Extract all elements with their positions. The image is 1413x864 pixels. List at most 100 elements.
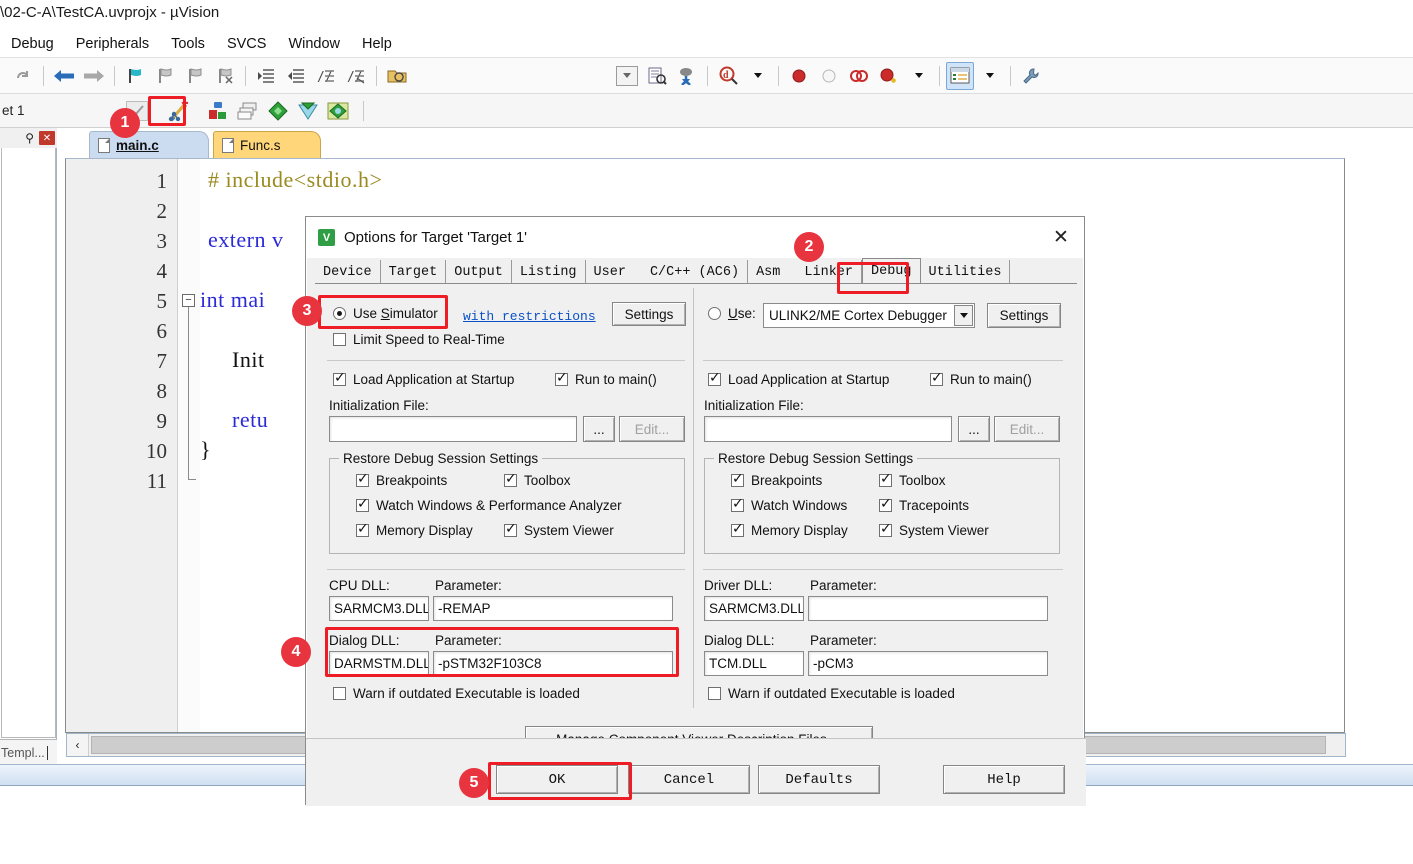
with-restrictions-link[interactable]: with restrictions <box>463 309 596 324</box>
indent-icon[interactable] <box>252 62 280 90</box>
code-fold-column[interactable]: − <box>178 159 200 732</box>
dialog-tab-target[interactable]: Target <box>380 260 447 284</box>
restore-breakpoints-right[interactable]: Breakpoints <box>731 471 822 488</box>
kill-all-breakpoints-icon[interactable] <box>845 62 873 90</box>
dropdown-icon[interactable] <box>613 62 641 90</box>
driver-dll-input[interactable]: SARMCM3.DLL <box>704 596 804 621</box>
defaults-button[interactable]: Defaults <box>758 765 880 794</box>
dialog-tab-utilities[interactable]: Utilities <box>920 260 1011 284</box>
start-debug-icon[interactable] <box>673 62 701 90</box>
dialog-tab-device[interactable]: Device <box>315 260 381 284</box>
checkbox-indicator[interactable] <box>333 687 346 700</box>
target-options-doc-icon[interactable] <box>643 62 671 90</box>
magnifier-dropdown-icon[interactable] <box>744 62 772 90</box>
radio-indicator[interactable] <box>708 307 721 320</box>
target-options-magicwand-icon[interactable] <box>166 97 194 125</box>
checkbox-indicator[interactable] <box>708 370 721 386</box>
dialog-tab-asm[interactable]: Asm <box>748 260 797 284</box>
dialog-tab-linker[interactable]: Linker <box>796 260 862 284</box>
checkbox-indicator[interactable] <box>708 687 721 700</box>
restore-tracepoints-right[interactable]: Tracepoints <box>879 496 969 513</box>
manage-rte-icon[interactable] <box>264 97 292 125</box>
limit-speed-checkbox[interactable]: Limit Speed to Real-Time <box>333 332 505 347</box>
debugger-select[interactable]: ULINK2/ME Cortex Debugger <box>763 303 975 328</box>
restore-system-viewer-right[interactable]: System Viewer <box>879 521 989 538</box>
init-file-browse-button-left[interactable]: ... <box>583 416 615 442</box>
pin-icon[interactable]: ⚲ <box>25 131 34 145</box>
restore-toolbox-left[interactable]: Toolbox <box>504 471 571 488</box>
checkbox-indicator[interactable] <box>731 496 744 512</box>
cpu-dll-input[interactable]: SARMCM3.DLL <box>329 596 429 621</box>
target-selector[interactable]: et 1 <box>2 100 122 122</box>
bookmark-next-icon[interactable] <box>181 62 209 90</box>
editor-tab-func-s[interactable]: Func.s <box>213 131 321 158</box>
checkbox-indicator[interactable] <box>504 521 517 537</box>
dialog-dll-input-right[interactable]: TCM.DLL <box>704 651 804 676</box>
open-folder-icon[interactable] <box>383 62 411 90</box>
load-app-at-startup-checkbox-right[interactable]: Load Application at Startup <box>708 370 889 387</box>
checkbox-indicator[interactable] <box>356 471 369 487</box>
checkbox-indicator[interactable] <box>333 370 346 386</box>
radio-indicator[interactable] <box>333 307 346 320</box>
simulator-settings-button[interactable]: Settings <box>612 302 686 326</box>
insert-breakpoint-icon[interactable] <box>785 62 813 90</box>
restore-memory-display-right[interactable]: Memory Display <box>731 521 848 538</box>
checkbox-indicator[interactable] <box>731 471 744 487</box>
magnifier-icon[interactable]: d <box>714 62 742 90</box>
checkbox-indicator[interactable] <box>504 471 517 487</box>
cancel-button[interactable]: Cancel <box>628 765 750 794</box>
menu-item-tools[interactable]: Tools <box>160 33 216 55</box>
restore-watch-windows-left[interactable]: Watch Windows & Performance Analyzer <box>356 496 622 513</box>
dialog-dll-input-left[interactable]: DARMSTM.DLL <box>329 651 429 676</box>
bookmark-clear-icon[interactable] <box>211 62 239 90</box>
comment-icon[interactable]: // <box>312 62 340 90</box>
menu-item-peripherals[interactable]: Peripherals <box>65 33 160 55</box>
warn-outdated-checkbox-right[interactable]: Warn if outdated Executable is loaded <box>708 686 955 701</box>
chevron-down-icon[interactable] <box>954 305 973 326</box>
scroll-left-icon[interactable]: ‹ <box>67 734 89 756</box>
manage-project-icon[interactable] <box>324 97 352 125</box>
forward-arrow-icon[interactable] <box>80 62 108 90</box>
checkbox-indicator[interactable] <box>879 471 892 487</box>
run-to-main-checkbox-left[interactable]: Run to main() <box>555 370 657 387</box>
restore-system-viewer-left[interactable]: System Viewer <box>504 521 614 538</box>
init-file-input-left[interactable] <box>329 416 577 442</box>
restore-breakpoints-left[interactable]: Breakpoints <box>356 471 447 488</box>
checkbox-indicator[interactable] <box>930 370 943 386</box>
help-button[interactable]: Help <box>943 765 1065 794</box>
restore-memory-display-left[interactable]: Memory Display <box>356 521 473 538</box>
configure-icon[interactable] <box>1017 62 1045 90</box>
restore-toolbox-right[interactable]: Toolbox <box>879 471 946 488</box>
menu-item-svcs[interactable]: SVCS <box>216 33 278 55</box>
outdent-icon[interactable] <box>282 62 310 90</box>
close-icon[interactable]: ✕ <box>39 131 55 145</box>
dialog-tab-debug[interactable]: Debug <box>862 258 921 284</box>
ok-button[interactable]: OK <box>496 765 618 794</box>
dialog-tab-output[interactable]: Output <box>446 260 512 284</box>
debugger-settings-button[interactable]: Settings <box>987 303 1061 328</box>
cpu-parameter-input[interactable]: -REMAP <box>433 596 673 621</box>
bookmark-toggle-icon[interactable] <box>121 62 149 90</box>
run-to-main-checkbox-right[interactable]: Run to main() <box>930 370 1032 387</box>
bookmark-prev-icon[interactable] <box>151 62 179 90</box>
panel-tab-templates[interactable]: Templ... <box>0 739 57 765</box>
restore-watch-windows-right[interactable]: Watch Windows <box>731 496 847 513</box>
menu-item-help[interactable]: Help <box>351 33 403 55</box>
dialog-parameter-input-right[interactable]: -pCM3 <box>808 651 1048 676</box>
checkbox-indicator[interactable] <box>879 521 892 537</box>
fold-toggle-icon[interactable]: − <box>182 294 195 307</box>
disable-breakpoint-icon[interactable] <box>815 62 843 90</box>
disable-all-breakpoints-icon[interactable] <box>875 62 903 90</box>
driver-parameter-input[interactable] <box>808 596 1048 621</box>
breakpoints-dropdown-icon[interactable] <box>905 62 933 90</box>
batch-build-icon[interactable] <box>234 97 262 125</box>
checkbox-indicator[interactable] <box>356 521 369 537</box>
back-arrow-icon[interactable] <box>50 62 78 90</box>
build-icon[interactable] <box>204 97 232 125</box>
dialog-tab-cpp[interactable]: C/C++ (AC6) <box>641 260 749 284</box>
close-icon[interactable]: ✕ <box>1038 217 1084 258</box>
checkbox-indicator[interactable] <box>555 370 568 386</box>
uncomment-icon[interactable]: // <box>342 62 370 90</box>
warn-outdated-checkbox-left[interactable]: Warn if outdated Executable is loaded <box>333 686 580 701</box>
menu-item-debug[interactable]: Debug <box>0 33 65 55</box>
